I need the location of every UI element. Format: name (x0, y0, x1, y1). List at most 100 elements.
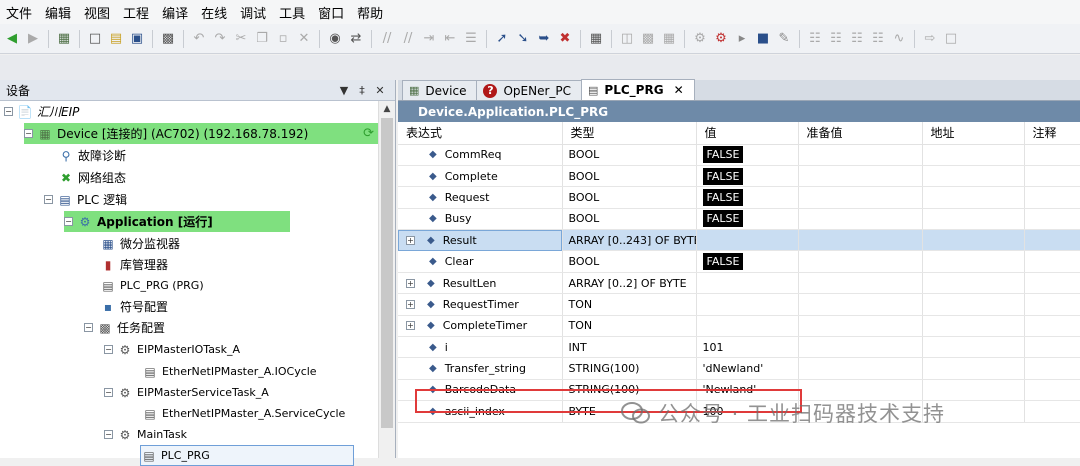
ladder-icon[interactable]: ☷ (849, 31, 865, 47)
scroll-thumb[interactable] (381, 118, 393, 428)
scroll-up-icon[interactable]: ▲ (379, 101, 395, 118)
settings-icon[interactable]: ⚙ (692, 31, 708, 47)
expr-cell[interactable]: ◆ Transfer_string (398, 357, 563, 380)
expr-cell[interactable]: ◆ Complete (398, 165, 563, 188)
new-icon[interactable]: □ (87, 31, 103, 47)
close-icon[interactable]: ✕ (371, 84, 389, 97)
prepared-value-cell[interactable] (798, 208, 923, 231)
prepared-value-cell[interactable] (798, 250, 923, 273)
step-icon[interactable]: ▩ (640, 31, 656, 47)
uncomment-icon[interactable]: // (400, 31, 416, 47)
cut-icon[interactable]: ✂ (233, 31, 249, 47)
expr-cell[interactable]: + ◆ CompleteTimer (398, 315, 563, 338)
menu-window[interactable]: 窗口 (318, 3, 344, 22)
tree-item-monitor[interactable]: ▦ 微分监视器 (100, 233, 180, 254)
tree-scrollbar[interactable]: ▲ (378, 101, 395, 458)
collapse-icon[interactable]: − (84, 323, 93, 332)
undo-icon[interactable]: ↶ (191, 31, 207, 47)
ladder-icon[interactable]: ☷ (870, 31, 886, 47)
expand-icon[interactable]: + (406, 235, 415, 245)
table-row[interactable]: ◆ CommReq BOOL FALSE (398, 144, 1080, 166)
tree-item-application[interactable]: − ⚙ Application [运行] (64, 211, 290, 232)
prepared-value-cell[interactable] (798, 336, 923, 359)
copy-icon[interactable]: ❐ (254, 31, 270, 47)
tree-item-task[interactable]: − ⚙ MainTask (104, 424, 187, 445)
outdent-icon[interactable]: ⇤ (442, 31, 458, 47)
run-icon[interactable]: ▦ (661, 31, 677, 47)
build-icon[interactable]: ▦ (588, 31, 604, 47)
collapse-icon[interactable]: − (104, 345, 113, 354)
dropdown-icon[interactable]: ▼ (335, 84, 353, 97)
expr-cell[interactable]: ◆ Clear (398, 250, 563, 273)
table-row[interactable]: ◆ Request BOOL FALSE (398, 186, 1080, 209)
print-icon[interactable]: ▩ (160, 31, 176, 47)
prepared-value-cell[interactable] (798, 165, 923, 188)
table-row[interactable]: ◆ Transfer_string STRING(100) 'dNewland' (398, 357, 1080, 380)
prepared-value-cell[interactable] (798, 293, 923, 316)
debug-icon[interactable]: ⚙ (713, 31, 729, 47)
prepared-value-cell[interactable] (798, 315, 923, 338)
tab-device[interactable]: ▦ Device (402, 80, 478, 100)
menu-help[interactable]: 帮助 (357, 3, 383, 22)
login-icon[interactable]: ➚ (494, 31, 510, 47)
table-row[interactable]: + ◆ ResultLen ARRAY [0..2] OF BYTE (398, 272, 1080, 295)
collapse-icon[interactable]: − (64, 217, 73, 226)
prepared-value-cell[interactable] (798, 229, 923, 252)
collapse-icon[interactable]: − (104, 388, 113, 397)
menu-build[interactable]: 编译 (162, 3, 188, 22)
col-address[interactable]: 地址 (922, 122, 1025, 145)
find-icon[interactable]: ◉ (327, 31, 343, 47)
table-row[interactable]: ◆ Busy BOOL FALSE (398, 208, 1080, 231)
expand-icon[interactable]: + (406, 321, 415, 331)
table-row[interactable]: + ◆ RequestTimer TON (398, 293, 1080, 316)
open-icon[interactable]: ▤ (108, 31, 124, 47)
col-expression[interactable]: 表达式 (398, 122, 563, 145)
prepared-value-cell[interactable] (798, 272, 923, 295)
tree-item-call[interactable]: ▤ EtherNetIPMaster_A.ServiceCycle (142, 403, 345, 424)
tab-opener-pc[interactable]: ? OpENer_PC (476, 80, 583, 100)
prepared-value-cell[interactable] (798, 144, 923, 166)
replace-icon[interactable]: ⇄ (348, 31, 364, 47)
col-prepared-value[interactable]: 准备值 (798, 122, 923, 145)
forward-icon[interactable]: ▶ (25, 31, 41, 47)
logout-icon[interactable]: ➘ (515, 31, 531, 47)
ladder-icon[interactable]: ☷ (828, 31, 844, 47)
menu-file[interactable]: 文件 (6, 3, 32, 22)
redo-icon[interactable]: ↷ (212, 31, 228, 47)
write-icon[interactable]: ✎ (776, 31, 792, 47)
table-row-selected[interactable]: + ◆ Result ARRAY [0..243] OF BYTE (398, 229, 1080, 252)
col-value[interactable]: 值 (696, 122, 799, 145)
tree-item-plc-prg[interactable]: ▤ PLC_PRG (PRG) (100, 275, 203, 296)
box-icon[interactable]: □ (943, 31, 959, 47)
save-icon[interactable]: ▣ (129, 31, 145, 47)
tree-item-diagnosis[interactable]: ⚲ 故障诊断 (58, 145, 126, 166)
menu-project[interactable]: 工程 (123, 3, 149, 22)
bookmark-icon[interactable]: ☰ (463, 31, 479, 47)
tree-item-call-selected[interactable]: ▤ PLC_PRG (140, 445, 354, 466)
tree-item-plc-logic[interactable]: − ▤ PLC 逻辑 (44, 189, 127, 210)
breakpoint-icon[interactable]: ◫ (619, 31, 635, 47)
start-icon[interactable]: ➥ (536, 31, 552, 47)
comment-icon[interactable]: // (379, 31, 395, 47)
menu-view[interactable]: 视图 (84, 3, 110, 22)
table-row[interactable]: ◆ Clear BOOL FALSE (398, 250, 1080, 273)
expr-cell[interactable]: + ◆ RequestTimer (398, 293, 563, 316)
expr-cell[interactable]: ◆ i (398, 336, 563, 359)
refresh-icon[interactable]: ⟳ (363, 126, 374, 141)
col-comment[interactable]: 注释 (1024, 122, 1080, 145)
table-row[interactable]: ◆ Complete BOOL FALSE (398, 165, 1080, 188)
col-type[interactable]: 类型 (562, 122, 697, 145)
play-icon[interactable]: ▸ (734, 31, 750, 47)
tree-item-device[interactable]: − ▦ Device [连接的] (AC702) (192.168.78.192… (24, 123, 380, 144)
menu-online[interactable]: 在线 (201, 3, 227, 22)
collapse-icon[interactable]: − (44, 195, 53, 204)
tree-item-task-config[interactable]: − ▩ 任务配置 (84, 317, 165, 338)
collapse-icon[interactable]: − (4, 107, 13, 116)
expr-cell[interactable]: + ◆ ResultLen (398, 272, 563, 295)
tree-item-network[interactable]: ✖ 网络组态 (58, 167, 126, 188)
menu-debug[interactable]: 调试 (240, 3, 266, 22)
indent-icon[interactable]: ⇥ (421, 31, 437, 47)
prepared-value-cell[interactable] (798, 186, 923, 209)
expr-cell[interactable]: ◆ Request (398, 186, 563, 209)
ladder-icon[interactable]: ☷ (807, 31, 823, 47)
